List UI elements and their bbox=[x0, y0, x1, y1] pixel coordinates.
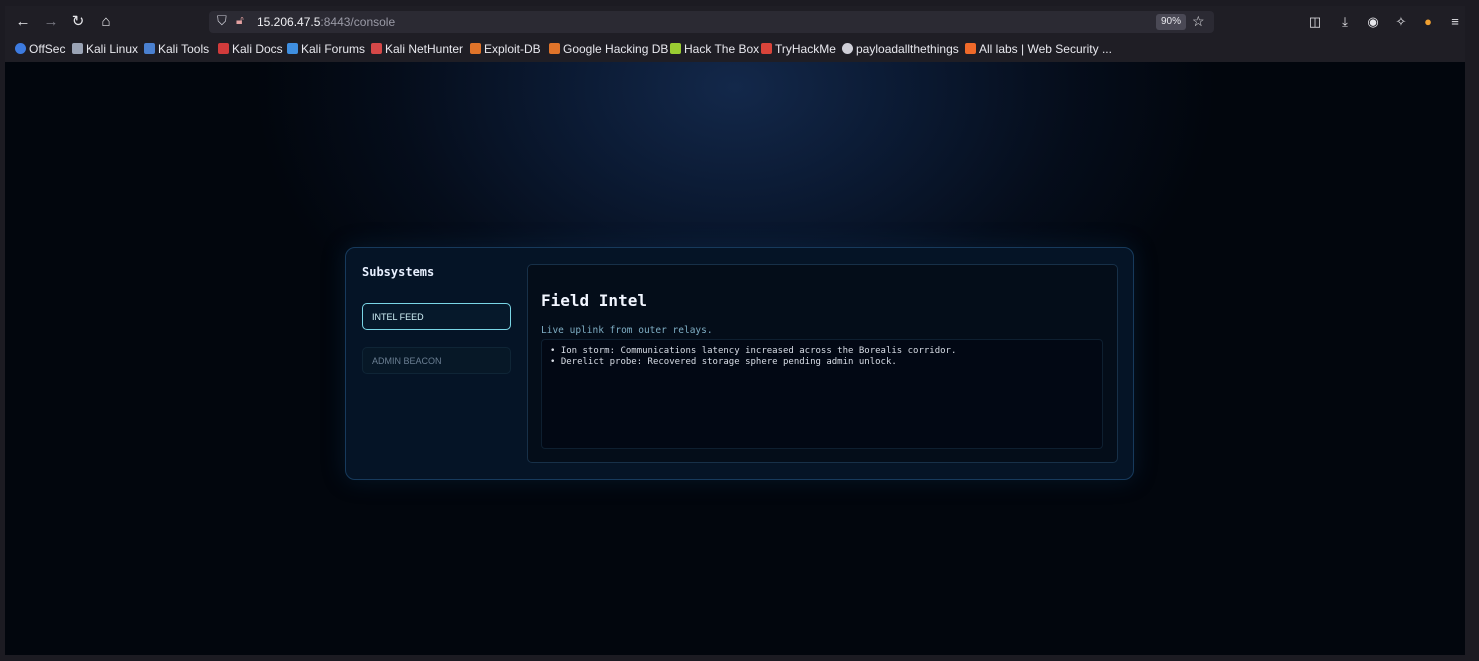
bookmark-label: payloadallthethings bbox=[856, 42, 959, 56]
bookmark-payloadallthethings[interactable]: payloadallthethings bbox=[842, 42, 959, 56]
exploit-db-icon bbox=[470, 43, 481, 54]
bookmark-tryhackme[interactable]: TryHackMe bbox=[761, 42, 836, 56]
intel-feed-box[interactable]: • Ion storm: Communications latency incr… bbox=[541, 339, 1103, 449]
bookmark-label: All labs | Web Security ... bbox=[979, 42, 1112, 56]
sidebar-title: Subsystems bbox=[362, 265, 435, 279]
bookmarks-toolbar: OffSec Kali Linux Kali Tools Kali Docs K… bbox=[5, 37, 1465, 63]
page-title: Field Intel bbox=[541, 291, 647, 310]
bookmark-label: TryHackMe bbox=[775, 42, 836, 56]
kali-dragon-icon bbox=[72, 43, 83, 54]
bookmark-hack-the-box[interactable]: Hack The Box bbox=[670, 42, 759, 56]
nethunter-icon bbox=[371, 43, 382, 54]
tryhackme-icon bbox=[761, 43, 772, 54]
bookmark-kali-tools[interactable]: Kali Tools bbox=[144, 42, 209, 56]
extensions-icon[interactable]: ✧ bbox=[1392, 14, 1410, 30]
bookmark-offsec[interactable]: OffSec bbox=[15, 42, 65, 56]
portswigger-icon bbox=[965, 43, 976, 54]
bookmark-web-security-labs[interactable]: All labs | Web Security ... bbox=[965, 42, 1112, 56]
htb-cube-icon bbox=[670, 43, 681, 54]
url-text[interactable]: 15.206.47.5:8443/console bbox=[257, 15, 395, 29]
bookmark-label: Kali Forums bbox=[301, 42, 366, 56]
forward-icon[interactable]: → bbox=[40, 12, 62, 32]
url-path: :8443/console bbox=[320, 15, 396, 29]
github-icon bbox=[842, 43, 853, 54]
bookmark-exploit-db[interactable]: Exploit-DB bbox=[470, 42, 541, 56]
console-panel: Subsystems INTEL FEED ADMIN BEACON Field… bbox=[345, 247, 1134, 480]
reload-icon[interactable]: ↻ bbox=[67, 12, 89, 32]
bookmark-star-icon[interactable]: ☆ bbox=[1192, 13, 1205, 30]
bookmark-label: OffSec bbox=[29, 42, 66, 56]
sidebar-item-admin-beacon[interactable]: ADMIN BEACON bbox=[362, 347, 511, 374]
kali-tools-icon bbox=[144, 43, 155, 54]
kali-forums-icon bbox=[287, 43, 298, 54]
kali-docs-icon bbox=[218, 43, 229, 54]
home-icon[interactable]: ⌂ bbox=[95, 12, 117, 32]
bookmark-label: Kali Docs bbox=[232, 42, 283, 56]
feed-item: • Derelict probe: Recovered storage sphe… bbox=[550, 357, 897, 367]
bookmark-label: Kali NetHunter bbox=[385, 42, 464, 56]
page-subtitle: Live uplink from outer relays. bbox=[541, 325, 713, 336]
menu-icon[interactable]: ≡ bbox=[1446, 14, 1464, 29]
zoom-level-badge[interactable]: 90% bbox=[1156, 14, 1187, 30]
address-bar[interactable]: ⛉ 🔓︎ 15.206.47.5:8443/console 90% ☆ bbox=[209, 11, 1214, 33]
insecure-lock-icon[interactable]: 🔓︎ bbox=[236, 13, 244, 28]
bookmark-label: Kali Tools bbox=[158, 42, 210, 56]
account-icon[interactable]: ◉ bbox=[1364, 14, 1382, 30]
browser-window: ← → ↻ ⌂ ⛉ 🔓︎ 15.206.47.5:8443/console 90… bbox=[5, 6, 1465, 655]
feed-item: • Ion storm: Communications latency incr… bbox=[550, 346, 957, 356]
bookmark-label: Google Hacking DB bbox=[563, 42, 669, 56]
download-icon[interactable]: ⤓ bbox=[1336, 14, 1354, 30]
bookmark-google-hacking-db[interactable]: Google Hacking DB bbox=[549, 42, 668, 56]
sidebar-item-intel-feed[interactable]: INTEL FEED bbox=[362, 303, 511, 330]
back-icon[interactable]: ← bbox=[12, 12, 34, 32]
burp-extension-icon[interactable]: ● bbox=[1419, 14, 1437, 29]
ghdb-icon bbox=[549, 43, 560, 54]
bookmark-label: Kali Linux bbox=[86, 42, 139, 56]
content-card: Field Intel Live uplink from outer relay… bbox=[527, 264, 1118, 463]
tracking-shield-icon[interactable]: ⛉ bbox=[217, 13, 227, 29]
bookmark-label: Hack The Box bbox=[684, 42, 760, 56]
bookmark-kali-nethunter[interactable]: Kali NetHunter bbox=[371, 42, 463, 56]
bookmark-label: Exploit-DB bbox=[484, 42, 541, 56]
pocket-icon[interactable]: ◫ bbox=[1306, 14, 1324, 30]
browser-toolbar: ← → ↻ ⌂ ⛉ 🔓︎ 15.206.47.5:8443/console 90… bbox=[5, 6, 1465, 37]
offsec-icon bbox=[15, 43, 26, 54]
bookmark-kali-forums[interactable]: Kali Forums bbox=[287, 42, 365, 56]
bookmark-kali-linux[interactable]: Kali Linux bbox=[72, 42, 138, 56]
bookmark-kali-docs[interactable]: Kali Docs bbox=[218, 42, 283, 56]
url-host: 15.206.47.5 bbox=[257, 15, 321, 29]
